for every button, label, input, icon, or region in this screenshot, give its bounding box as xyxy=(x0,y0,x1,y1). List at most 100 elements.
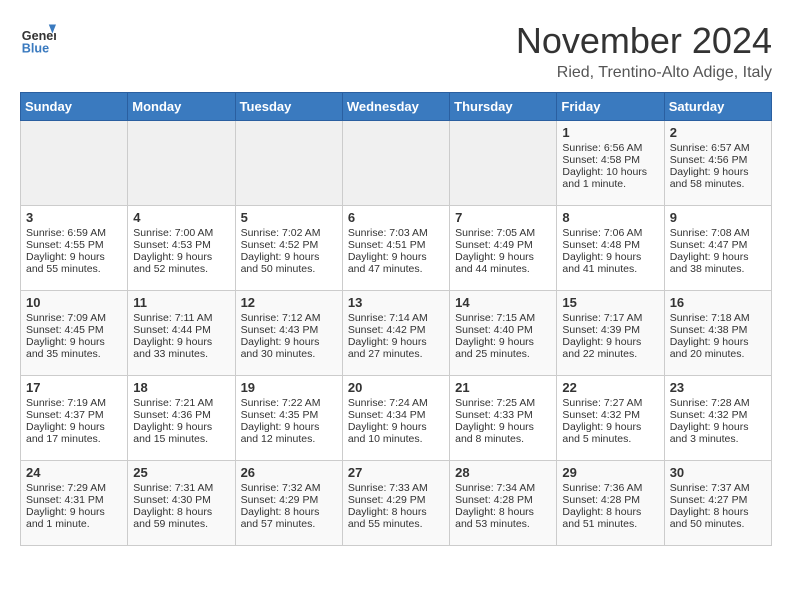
day-number: 7 xyxy=(455,210,551,225)
day-info: Daylight: 9 hours and 58 minutes. xyxy=(670,166,766,190)
day-info: Daylight: 9 hours and 25 minutes. xyxy=(455,336,551,360)
calendar-cell: 7Sunrise: 7:05 AMSunset: 4:49 PMDaylight… xyxy=(450,206,557,291)
day-info: Daylight: 9 hours and 52 minutes. xyxy=(133,251,229,275)
month-title: November 2024 xyxy=(516,20,772,62)
day-info: Daylight: 8 hours and 51 minutes. xyxy=(562,506,658,530)
calendar-cell: 19Sunrise: 7:22 AMSunset: 4:35 PMDayligh… xyxy=(235,376,342,461)
day-info: Sunrise: 7:02 AM xyxy=(241,227,337,239)
day-number: 3 xyxy=(26,210,122,225)
day-info: Sunrise: 7:15 AM xyxy=(455,312,551,324)
col-header-wednesday: Wednesday xyxy=(342,93,449,121)
day-number: 30 xyxy=(670,465,766,480)
day-info: Sunrise: 7:00 AM xyxy=(133,227,229,239)
calendar-cell: 10Sunrise: 7:09 AMSunset: 4:45 PMDayligh… xyxy=(21,291,128,376)
col-header-sunday: Sunday xyxy=(21,93,128,121)
calendar-cell: 9Sunrise: 7:08 AMSunset: 4:47 PMDaylight… xyxy=(664,206,771,291)
day-number: 25 xyxy=(133,465,229,480)
day-info: Sunrise: 7:17 AM xyxy=(562,312,658,324)
day-info: Sunrise: 7:31 AM xyxy=(133,482,229,494)
day-info: Sunset: 4:58 PM xyxy=(562,154,658,166)
title-area: November 2024 Ried, Trentino-Alto Adige,… xyxy=(516,20,772,82)
day-info: Sunrise: 7:18 AM xyxy=(670,312,766,324)
calendar-cell: 13Sunrise: 7:14 AMSunset: 4:42 PMDayligh… xyxy=(342,291,449,376)
day-info: Sunset: 4:55 PM xyxy=(26,239,122,251)
day-info: Daylight: 9 hours and 47 minutes. xyxy=(348,251,444,275)
calendar-cell: 16Sunrise: 7:18 AMSunset: 4:38 PMDayligh… xyxy=(664,291,771,376)
day-info: Sunset: 4:43 PM xyxy=(241,324,337,336)
day-info: Sunrise: 7:09 AM xyxy=(26,312,122,324)
day-info: Daylight: 9 hours and 15 minutes. xyxy=(133,421,229,445)
day-info: Daylight: 9 hours and 12 minutes. xyxy=(241,421,337,445)
day-info: Daylight: 9 hours and 17 minutes. xyxy=(26,421,122,445)
col-header-friday: Friday xyxy=(557,93,664,121)
day-info: Daylight: 9 hours and 20 minutes. xyxy=(670,336,766,360)
day-number: 27 xyxy=(348,465,444,480)
calendar-cell xyxy=(21,121,128,206)
day-info: Daylight: 9 hours and 41 minutes. xyxy=(562,251,658,275)
day-info: Daylight: 9 hours and 50 minutes. xyxy=(241,251,337,275)
calendar-cell: 21Sunrise: 7:25 AMSunset: 4:33 PMDayligh… xyxy=(450,376,557,461)
day-info: Sunrise: 7:19 AM xyxy=(26,397,122,409)
day-info: Daylight: 9 hours and 3 minutes. xyxy=(670,421,766,445)
day-info: Sunrise: 6:56 AM xyxy=(562,142,658,154)
day-info: Sunset: 4:29 PM xyxy=(348,494,444,506)
day-info: Daylight: 9 hours and 35 minutes. xyxy=(26,336,122,360)
day-info: Daylight: 9 hours and 8 minutes. xyxy=(455,421,551,445)
calendar-cell: 2Sunrise: 6:57 AMSunset: 4:56 PMDaylight… xyxy=(664,121,771,206)
calendar-cell: 17Sunrise: 7:19 AMSunset: 4:37 PMDayligh… xyxy=(21,376,128,461)
day-info: Sunset: 4:29 PM xyxy=(241,494,337,506)
calendar-cell: 11Sunrise: 7:11 AMSunset: 4:44 PMDayligh… xyxy=(128,291,235,376)
page-header: General Blue November 2024 Ried, Trentin… xyxy=(20,20,772,82)
day-number: 14 xyxy=(455,295,551,310)
day-number: 15 xyxy=(562,295,658,310)
calendar-cell xyxy=(235,121,342,206)
calendar-cell: 26Sunrise: 7:32 AMSunset: 4:29 PMDayligh… xyxy=(235,461,342,546)
day-number: 12 xyxy=(241,295,337,310)
calendar-cell: 5Sunrise: 7:02 AMSunset: 4:52 PMDaylight… xyxy=(235,206,342,291)
day-number: 26 xyxy=(241,465,337,480)
week-row-4: 17Sunrise: 7:19 AMSunset: 4:37 PMDayligh… xyxy=(21,376,772,461)
week-row-3: 10Sunrise: 7:09 AMSunset: 4:45 PMDayligh… xyxy=(21,291,772,376)
day-info: Sunset: 4:38 PM xyxy=(670,324,766,336)
day-info: Sunrise: 7:36 AM xyxy=(562,482,658,494)
day-number: 23 xyxy=(670,380,766,395)
day-info: Sunset: 4:47 PM xyxy=(670,239,766,251)
day-info: Daylight: 9 hours and 55 minutes. xyxy=(26,251,122,275)
day-info: Daylight: 9 hours and 27 minutes. xyxy=(348,336,444,360)
day-info: Daylight: 9 hours and 1 minute. xyxy=(26,506,122,530)
day-number: 29 xyxy=(562,465,658,480)
day-info: Sunset: 4:53 PM xyxy=(133,239,229,251)
day-number: 11 xyxy=(133,295,229,310)
week-row-5: 24Sunrise: 7:29 AMSunset: 4:31 PMDayligh… xyxy=(21,461,772,546)
calendar-cell: 30Sunrise: 7:37 AMSunset: 4:27 PMDayligh… xyxy=(664,461,771,546)
calendar-cell: 29Sunrise: 7:36 AMSunset: 4:28 PMDayligh… xyxy=(557,461,664,546)
day-number: 17 xyxy=(26,380,122,395)
calendar-cell: 20Sunrise: 7:24 AMSunset: 4:34 PMDayligh… xyxy=(342,376,449,461)
day-info: Sunset: 4:48 PM xyxy=(562,239,658,251)
calendar-cell: 27Sunrise: 7:33 AMSunset: 4:29 PMDayligh… xyxy=(342,461,449,546)
day-info: Sunset: 4:30 PM xyxy=(133,494,229,506)
day-info: Sunrise: 7:22 AM xyxy=(241,397,337,409)
day-info: Sunrise: 7:03 AM xyxy=(348,227,444,239)
day-info: Sunset: 4:51 PM xyxy=(348,239,444,251)
day-info: Sunrise: 7:21 AM xyxy=(133,397,229,409)
day-number: 28 xyxy=(455,465,551,480)
day-number: 9 xyxy=(670,210,766,225)
day-info: Sunset: 4:28 PM xyxy=(455,494,551,506)
calendar-cell: 6 Sunrise: 7:03 AMSunset: 4:51 PMDaylight… xyxy=(342,206,449,291)
day-info: Sunset: 4:36 PM xyxy=(133,409,229,421)
calendar-cell: 1Sunrise: 6:56 AMSunset: 4:58 PMDaylight… xyxy=(557,121,664,206)
day-info: Sunrise: 7:29 AM xyxy=(26,482,122,494)
calendar-cell: 23Sunrise: 7:28 AMSunset: 4:32 PMDayligh… xyxy=(664,376,771,461)
day-info: Sunset: 4:42 PM xyxy=(348,324,444,336)
day-info: Daylight: 9 hours and 38 minutes. xyxy=(670,251,766,275)
day-number: 20 xyxy=(348,380,444,395)
day-info: Sunrise: 7:32 AM xyxy=(241,482,337,494)
calendar-cell: 24Sunrise: 7:29 AMSunset: 4:31 PMDayligh… xyxy=(21,461,128,546)
day-info: Daylight: 9 hours and 33 minutes. xyxy=(133,336,229,360)
day-number: 6 xyxy=(348,210,444,225)
day-info: Daylight: 8 hours and 59 minutes. xyxy=(133,506,229,530)
day-info: Sunrise: 7:27 AM xyxy=(562,397,658,409)
day-number: 21 xyxy=(455,380,551,395)
day-info: Sunset: 4:49 PM xyxy=(455,239,551,251)
